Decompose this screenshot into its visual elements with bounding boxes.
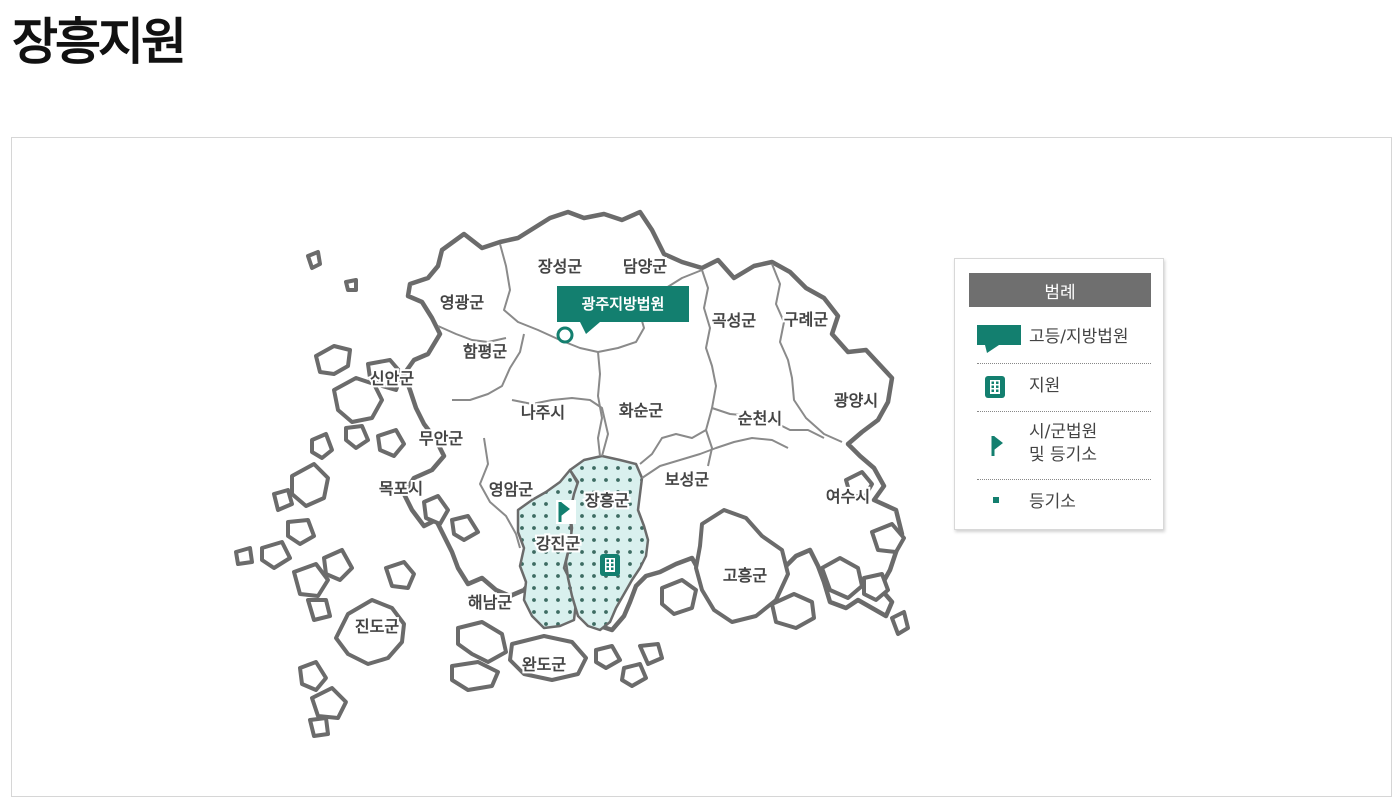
legend-label-branch: 지원: [1029, 376, 1061, 396]
map-legend: 범례 고등/지방법원 지원 시/군법원 및 등기소 등기소: [954, 258, 1164, 530]
legend-label-registry: 등기소: [1029, 492, 1076, 512]
region-label-naju: 나주시: [521, 403, 565, 422]
region-label-goheung: 고흥군: [723, 566, 767, 585]
region-label-jangheung: 장흥군: [585, 491, 629, 510]
legend-label-city-court-line2: 및 등기소: [1029, 445, 1097, 465]
region-label-jindo: 진도군: [355, 617, 399, 636]
legend-label-high-court: 고등/지방법원: [1029, 327, 1129, 347]
region-label-damyang: 담양군: [623, 257, 667, 276]
region-label-gangjin: 강진군: [536, 534, 580, 553]
region-label-boseong: 보성군: [665, 470, 709, 489]
city-court-legend-icon: [991, 436, 1003, 456]
page-title: 장흥지원: [12, 13, 187, 71]
city-court-flag-icon[interactable]: [556, 500, 576, 524]
legend-item-high-court: 고등/지방법원: [977, 317, 1151, 364]
legend-title: 범례: [969, 273, 1151, 307]
region-label-suncheon: 순천시: [738, 409, 782, 428]
region-label-gurye: 구례군: [784, 310, 828, 329]
registry-legend-icon: [993, 497, 999, 503]
region-label-yeosu: 여수시: [826, 487, 870, 506]
legend-label-city-court-line1: 시/군법원: [1029, 422, 1098, 442]
regional-map: 광주지방법원 장성군 담양군 영광군 곡성군 구례군 함평군 신안군 나주시 화…: [234, 209, 910, 738]
region-label-haenam: 해남군: [468, 593, 512, 612]
region-label-mokpo: 목포시: [379, 479, 423, 498]
branch-legend-icon: [985, 376, 1005, 398]
legend-item-branch: 지원: [977, 363, 1151, 412]
region-label-hampyeong: 함평군: [463, 342, 507, 361]
court-label: 광주지방법원: [582, 295, 665, 313]
region-label-gokseong: 곡성군: [712, 311, 756, 330]
region-label-hwasun: 화순군: [619, 401, 663, 420]
legend-item-city-court: 시/군법원 및 등기소: [977, 411, 1151, 480]
branch-court-icon[interactable]: [600, 554, 620, 576]
region-label-jangseong: 장성군: [538, 257, 582, 276]
region-label-yeongam: 영암군: [489, 480, 533, 499]
region-label-yeonggwang: 영광군: [440, 293, 484, 312]
high-court-legend-icon: [977, 325, 1021, 353]
map-container: 광주지방법원 장성군 담양군 영광군 곡성군 구례군 함평군 신안군 나주시 화…: [11, 137, 1392, 797]
legend-item-registry: 등기소: [977, 479, 1151, 525]
region-label-sinan: 신안군: [370, 369, 414, 388]
region-label-wando: 완도군: [522, 655, 566, 674]
region-label-gwangyang: 광양시: [834, 391, 878, 410]
region-label-muan: 무안군: [419, 429, 463, 448]
